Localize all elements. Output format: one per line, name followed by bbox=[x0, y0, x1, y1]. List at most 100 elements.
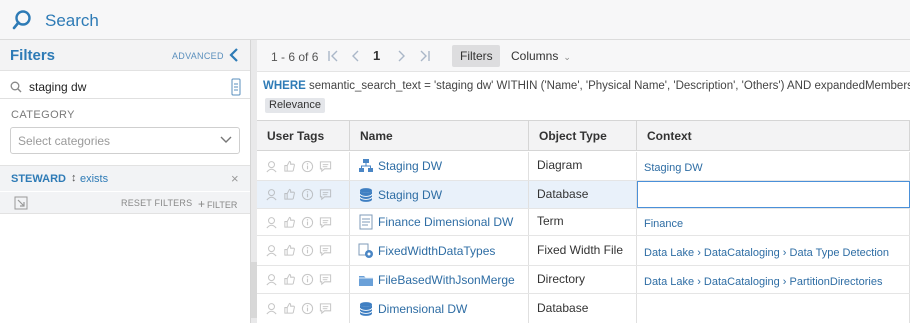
search-options-icon[interactable] bbox=[231, 78, 241, 96]
filters-toggle-label: Filters bbox=[460, 49, 493, 63]
context-cell[interactable]: Staging DW bbox=[637, 152, 910, 180]
term-icon bbox=[358, 214, 374, 230]
object-name-link[interactable]: Staging DW bbox=[378, 159, 442, 173]
object-name-link[interactable]: Staging DW bbox=[378, 188, 442, 202]
remove-filter-icon[interactable]: × bbox=[231, 171, 239, 186]
filter-search-row: staging dw bbox=[0, 75, 250, 99]
results-toolbar: 1 - 6 of 6 1 Filters Columns ⌄ bbox=[257, 40, 910, 72]
comment-icon[interactable] bbox=[319, 302, 332, 315]
first-page-icon[interactable] bbox=[327, 49, 341, 63]
category-label: CATEGORY bbox=[11, 109, 75, 121]
reset-filters-button[interactable]: RESET FILTERS bbox=[121, 198, 192, 208]
category-select[interactable]: Select categories bbox=[10, 127, 240, 154]
last-page-icon[interactable] bbox=[417, 49, 431, 63]
columns-button[interactable]: Columns ⌄ bbox=[511, 49, 571, 63]
current-page[interactable]: 1 bbox=[373, 48, 380, 63]
object-type-text: Directory bbox=[537, 271, 586, 286]
search-icon[interactable] bbox=[11, 9, 33, 31]
column-header-context[interactable]: Context bbox=[637, 121, 910, 151]
steward-filter-value[interactable]: exists bbox=[80, 173, 108, 185]
name-cell[interactable]: Dimensional DW bbox=[350, 294, 529, 323]
name-cell[interactable]: FileBasedWithJsonMerge bbox=[350, 266, 529, 293]
context-cell[interactable] bbox=[637, 181, 910, 208]
comment-icon[interactable] bbox=[319, 216, 332, 229]
steward-filter[interactable]: STEWARD ↕ exists × bbox=[0, 165, 250, 191]
object-type-text: Fixed Width File bbox=[537, 242, 624, 257]
user-tags-cell bbox=[257, 209, 350, 235]
advanced-link[interactable]: ADVANCED bbox=[172, 51, 224, 61]
sort-relevance-tag[interactable]: Relevance bbox=[265, 98, 325, 113]
previous-page-icon[interactable] bbox=[349, 49, 363, 63]
thumbs-up-icon[interactable] bbox=[283, 160, 296, 173]
table-row[interactable]: Finance Dimensional DW Term Finance bbox=[257, 209, 910, 236]
filters-toggle-button[interactable]: Filters bbox=[452, 45, 500, 67]
thumbs-up-icon[interactable] bbox=[283, 273, 296, 286]
user-tag-icon[interactable] bbox=[265, 160, 278, 173]
context-path-link[interactable]: Staging DW bbox=[644, 162, 703, 174]
context-cell[interactable]: Data Lake › DataCataloging › PartitionDi… bbox=[637, 266, 910, 293]
info-icon[interactable] bbox=[301, 188, 314, 201]
table-row[interactable]: Dimensional DW Database bbox=[257, 294, 910, 323]
context-path-link[interactable]: Data Lake › DataCataloging › Data Type D… bbox=[644, 247, 889, 259]
collapse-panel-icon[interactable] bbox=[227, 47, 241, 63]
filters-title: Filters bbox=[10, 47, 56, 64]
name-cell[interactable]: Staging DW bbox=[350, 152, 529, 180]
result-range: 1 - 6 of 6 bbox=[271, 50, 319, 64]
name-cell[interactable]: Staging DW bbox=[350, 181, 529, 208]
table-row[interactable]: FileBasedWithJsonMerge Directory Data Lake… bbox=[257, 266, 910, 294]
query-text: semantic_search_text = 'staging dw' WITH… bbox=[309, 80, 910, 92]
thumbs-up-icon[interactable] bbox=[283, 216, 296, 229]
object-type-text: Diagram bbox=[537, 158, 583, 172]
comment-icon[interactable] bbox=[319, 160, 332, 173]
info-icon[interactable] bbox=[301, 244, 314, 257]
table-row[interactable]: Staging DW Database bbox=[257, 181, 910, 209]
name-cell[interactable]: FixedWidthDataTypes bbox=[350, 236, 529, 265]
comment-icon[interactable] bbox=[319, 188, 332, 201]
user-tag-icon[interactable] bbox=[265, 216, 278, 229]
object-name-link[interactable]: Finance Dimensional DW bbox=[378, 215, 513, 229]
column-header-name[interactable]: Name bbox=[350, 121, 529, 151]
comment-icon[interactable] bbox=[319, 244, 332, 257]
object-name-link[interactable]: Dimensional DW bbox=[378, 302, 467, 316]
column-header-object-type[interactable]: Object Type bbox=[529, 121, 637, 151]
next-page-icon[interactable] bbox=[394, 49, 408, 63]
info-icon[interactable] bbox=[301, 302, 314, 315]
add-filter-button[interactable]: + FILTER bbox=[198, 197, 237, 211]
collapse-all-icon[interactable] bbox=[14, 196, 28, 210]
context-path-link[interactable]: Finance bbox=[644, 218, 683, 230]
context-cell[interactable] bbox=[637, 294, 910, 323]
filter-search-input[interactable]: staging dw bbox=[29, 80, 86, 94]
object-type-cell: Database bbox=[529, 294, 637, 323]
object-type-cell: Term bbox=[529, 209, 637, 235]
comment-icon[interactable] bbox=[319, 273, 332, 286]
context-cell[interactable]: Data Lake › DataCataloging › Data Type D… bbox=[637, 236, 910, 265]
object-name-link[interactable]: FileBasedWithJsonMerge bbox=[378, 273, 515, 287]
user-tag-icon[interactable] bbox=[265, 188, 278, 201]
user-tag-icon[interactable] bbox=[265, 244, 278, 257]
table-row[interactable]: FixedWidthDataTypes Fixed Width File Data … bbox=[257, 236, 910, 266]
name-cell[interactable]: Finance Dimensional DW bbox=[350, 209, 529, 235]
filter-search-icon bbox=[10, 81, 22, 93]
info-icon[interactable] bbox=[301, 273, 314, 286]
sort-toggle-icon[interactable]: ↕ bbox=[71, 172, 77, 184]
context-cell[interactable]: Finance bbox=[637, 209, 910, 235]
info-icon[interactable] bbox=[301, 160, 314, 173]
object-type-cell: Database bbox=[529, 181, 637, 208]
column-header-user-tags[interactable]: User Tags bbox=[257, 121, 350, 151]
add-filter-label: FILTER bbox=[207, 200, 238, 210]
thumbs-up-icon[interactable] bbox=[283, 188, 296, 201]
object-name-link[interactable]: FixedWidthDataTypes bbox=[378, 244, 495, 258]
context-path-link[interactable]: Data Lake › DataCataloging › PartitionDi… bbox=[644, 276, 882, 288]
info-icon[interactable] bbox=[301, 216, 314, 229]
query-expression[interactable]: WHERE semantic_search_text = 'staging dw… bbox=[263, 80, 910, 92]
table-row[interactable]: Staging DW Diagram Staging DW bbox=[257, 152, 910, 181]
thumbs-up-icon[interactable] bbox=[283, 244, 296, 257]
object-type-text: Database bbox=[537, 300, 589, 315]
user-tag-icon[interactable] bbox=[265, 273, 278, 286]
search-label[interactable]: Search bbox=[45, 11, 99, 31]
grid-header: User Tags Name Object Type Context bbox=[257, 121, 910, 151]
database-icon bbox=[358, 301, 374, 317]
object-type-cell: Fixed Width File bbox=[529, 236, 637, 265]
thumbs-up-icon[interactable] bbox=[283, 302, 296, 315]
user-tag-icon[interactable] bbox=[265, 302, 278, 315]
